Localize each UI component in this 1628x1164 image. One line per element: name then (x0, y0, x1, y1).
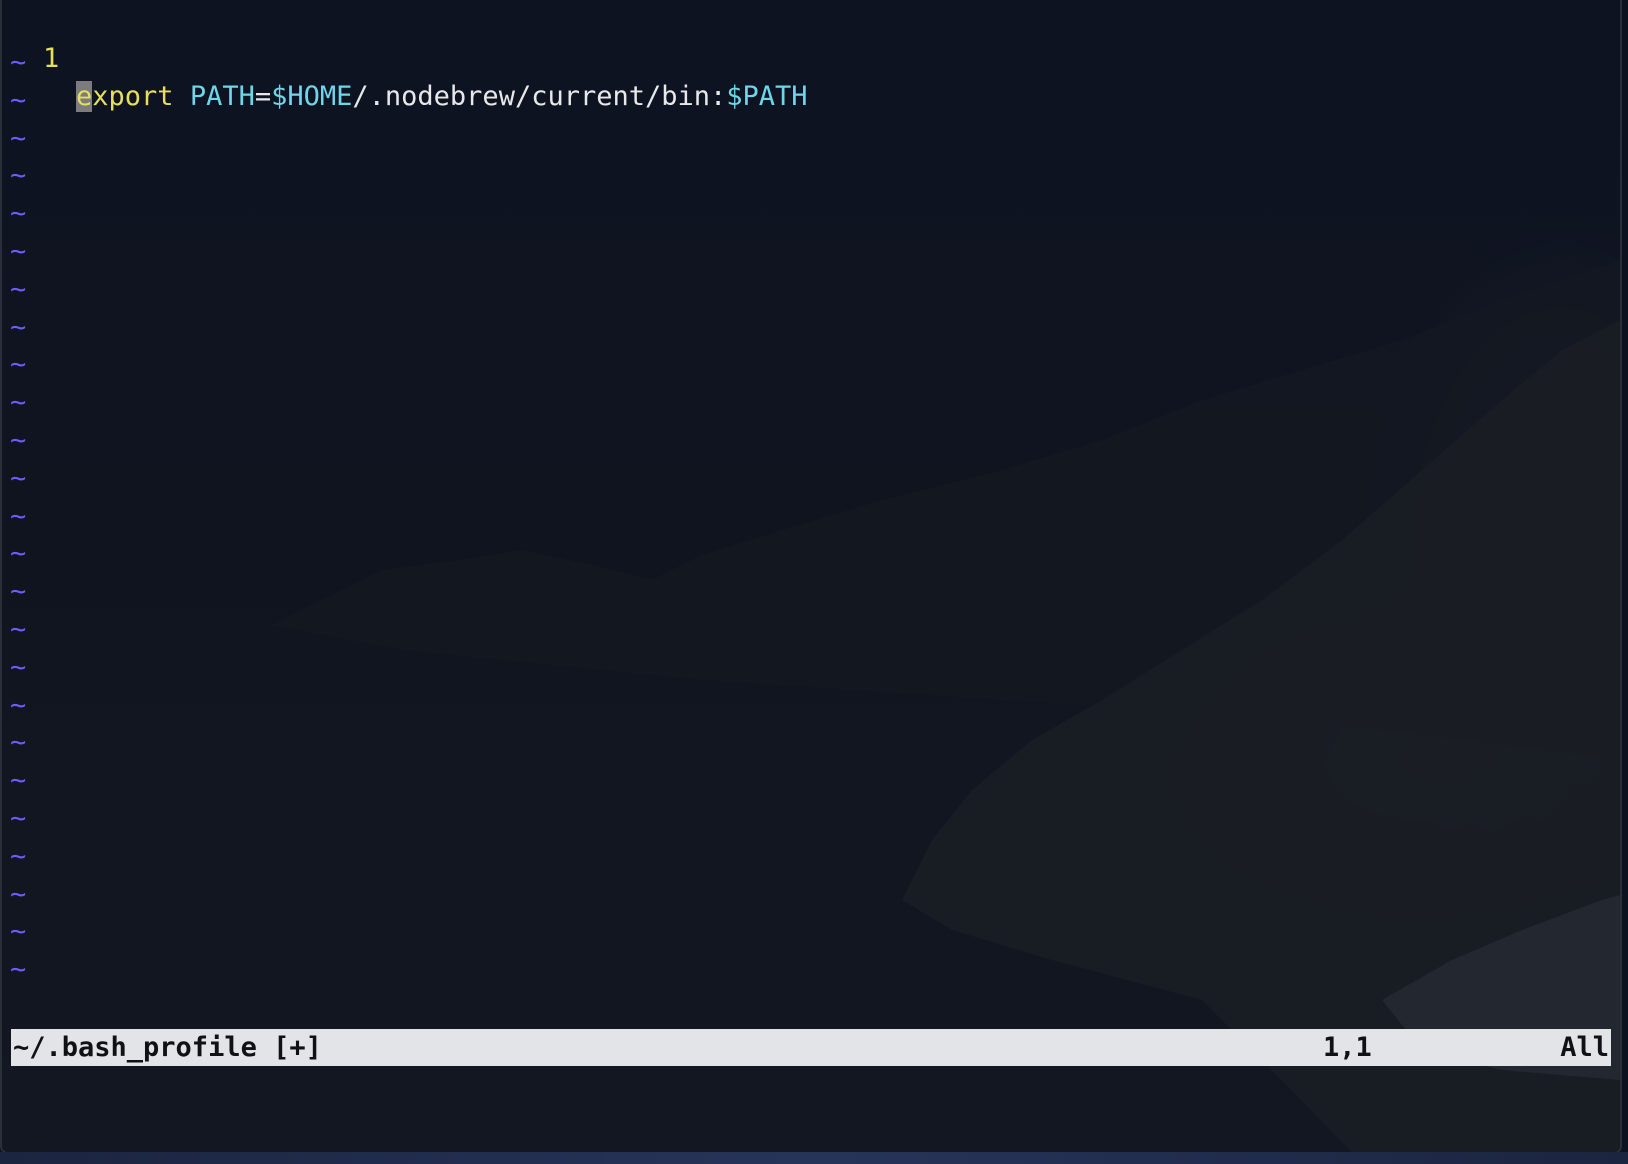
terminal-window[interactable]: 1 export PATH=$HOME/.nodebrew/current/bi… (0, 0, 1622, 1154)
tilde-marker: ~ (10, 425, 27, 456)
status-line: ~/.bash_profile [+] 1,1 All (11, 1029, 1611, 1066)
cursor: e (76, 81, 93, 112)
tilde-marker: ~ (10, 122, 27, 154)
tilde-marker: ~ (10, 236, 27, 267)
tilde-marker: ~ (10, 349, 27, 381)
tilde-marker: ~ (10, 160, 27, 192)
tilde-marker: ~ (10, 840, 27, 872)
equals-sign: = (254, 81, 272, 112)
tilde-marker: ~ (10, 916, 27, 948)
tilde-marker: ~ (10, 727, 27, 759)
tilde-marker: ~ (10, 387, 27, 419)
wallpaper-backdrop (272, 260, 1620, 1152)
path-text: /.nodebrew/current/bin: (352, 81, 727, 112)
line-number: 1 (43, 43, 60, 74)
path-var: $PATH (726, 81, 808, 112)
tilde-marker: ~ (10, 651, 27, 683)
tilde-marker: ~ (10, 198, 27, 230)
tilde-marker: ~ (10, 878, 27, 910)
tilde-marker: ~ (10, 803, 27, 834)
tilde-marker: ~ (10, 311, 27, 343)
keyword-export-rest: xport (92, 81, 174, 112)
tilde-marker: ~ (10, 462, 27, 494)
home-var: $HOME (271, 81, 353, 112)
tilde-marker: ~ (10, 689, 27, 721)
tilde-marker: ~ (10, 576, 27, 608)
tilde-marker: ~ (10, 47, 27, 78)
line-content[interactable]: export PATH=$HOME/.nodebrew/current/bin:… (76, 78, 808, 116)
tilde-marker: ~ (10, 765, 27, 797)
tilde-marker: ~ (10, 538, 27, 570)
tilde-marker: ~ (10, 273, 27, 305)
var-name: PATH (189, 81, 255, 112)
tilde-marker: ~ (10, 954, 27, 986)
desktop-edge (0, 1152, 1628, 1164)
tilde-marker: ~ (10, 84, 27, 116)
status-scroll-indicator: All (1560, 1032, 1609, 1063)
status-filename: ~/.bash_profile [+] (13, 1032, 322, 1063)
status-cursor-position: 1,1 (1323, 1032, 1372, 1063)
buffer-line-1[interactable]: 1 export PATH=$HOME/.nodebrew/current/bi… (2, 2, 1602, 112)
tilde-marker: ~ (10, 500, 27, 532)
tilde-marker: ~ (10, 614, 27, 645)
